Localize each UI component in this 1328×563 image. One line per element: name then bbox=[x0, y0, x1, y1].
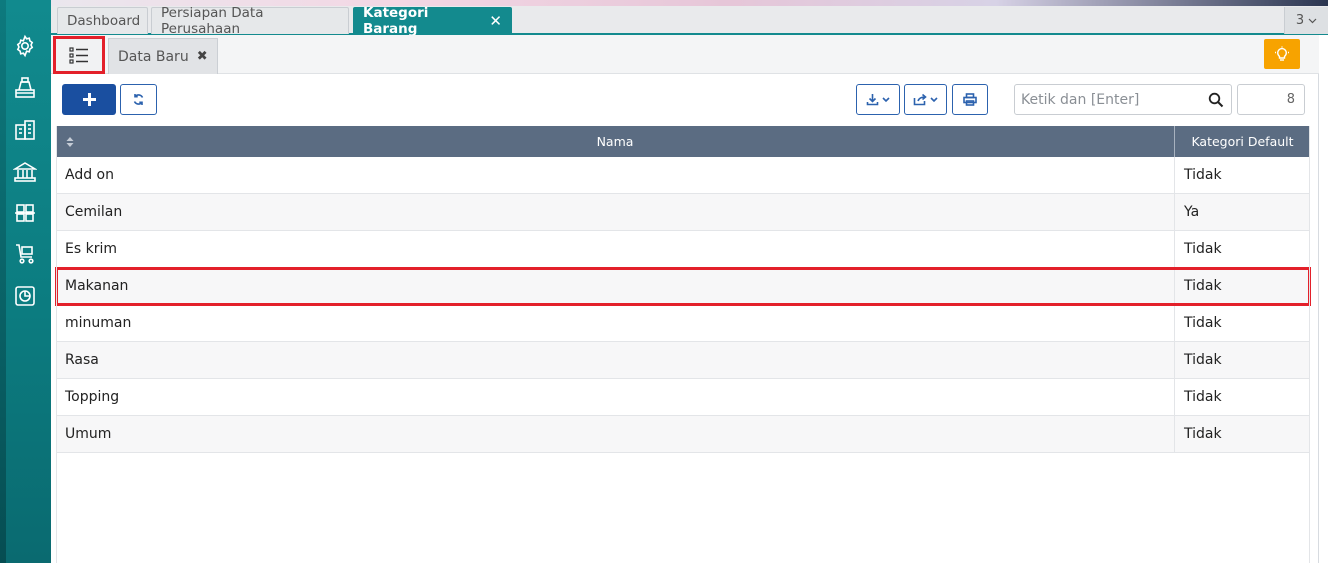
plus-icon bbox=[82, 93, 96, 106]
cart-icon[interactable] bbox=[12, 241, 38, 267]
table-row[interactable]: Es krim Tidak bbox=[56, 231, 1310, 268]
print-icon bbox=[963, 93, 977, 106]
table-row[interactable]: Rasa Tidak bbox=[56, 342, 1310, 379]
cell-kategori-default: Tidak bbox=[1184, 278, 1222, 294]
export-icon bbox=[913, 93, 927, 106]
cell-nama: Cemilan bbox=[56, 194, 1175, 230]
main-panel: Data Baru ✖ Ketik dan [Enter] 8 Nama Kat… bbox=[51, 35, 1319, 563]
table-row[interactable]: Add on Tidak bbox=[56, 157, 1310, 194]
header-label: Nama bbox=[596, 134, 634, 149]
table-row[interactable]: Topping Tidak bbox=[56, 379, 1310, 416]
table-row[interactable]: Cemilan Ya bbox=[56, 194, 1310, 231]
data-table: Nama Kategori Default Add on Tidak Cemil… bbox=[55, 126, 1311, 453]
table-row-highlighted[interactable]: Makanan Tidak bbox=[55, 267, 1311, 306]
tab-label: Persiapan Data Perusahaan bbox=[161, 5, 264, 37]
add-button[interactable] bbox=[62, 84, 116, 115]
cell-kategori-default: Tidak bbox=[1184, 167, 1222, 183]
tab-label: Kategori Barang bbox=[363, 5, 429, 37]
column-header-kategori-default[interactable]: Kategori Default bbox=[1175, 126, 1310, 157]
report-icon[interactable] bbox=[12, 283, 38, 309]
cell-nama: Makanan bbox=[56, 268, 1175, 304]
refresh-button[interactable] bbox=[120, 84, 157, 115]
list-icon bbox=[69, 47, 88, 64]
app-root: Dashboard Persiapan Data Perusahaan Kate… bbox=[0, 0, 1328, 563]
cell-nama: Add on bbox=[56, 157, 1175, 193]
tab-count-value: 3 bbox=[1295, 13, 1305, 28]
search-input[interactable] bbox=[1021, 90, 1201, 110]
record-count: 8 bbox=[1237, 84, 1305, 115]
cashier-icon[interactable] bbox=[12, 75, 38, 101]
cell-nama: Topping bbox=[56, 379, 1175, 415]
building-icon[interactable] bbox=[12, 117, 38, 143]
cell-kategori-default: Tidak bbox=[1184, 241, 1222, 257]
table-body: Add on Tidak Cemilan Ya Es krim Tidak Ma… bbox=[55, 157, 1311, 453]
tab-dashboard[interactable]: Dashboard bbox=[57, 7, 148, 34]
header-label: Kategori Default bbox=[1191, 134, 1294, 149]
tab-count-dropdown[interactable]: 3 bbox=[1284, 7, 1328, 34]
search-icon[interactable] bbox=[1208, 92, 1224, 108]
tab-persiapan-data-perusahaan[interactable]: Persiapan Data Perusahaan bbox=[151, 5, 349, 37]
export-button[interactable] bbox=[904, 84, 947, 115]
cell-nama: minuman bbox=[56, 305, 1175, 341]
tips-button[interactable] bbox=[1264, 39, 1300, 69]
gear-icon[interactable] bbox=[12, 33, 38, 59]
sub-tab-bar: Data Baru ✖ bbox=[51, 35, 1319, 74]
lightbulb-icon bbox=[1275, 46, 1289, 61]
cell-kategori-default: Tidak bbox=[1184, 352, 1222, 368]
chevron-down-icon bbox=[1308, 18, 1317, 23]
sort-icon[interactable] bbox=[66, 137, 74, 147]
cell-nama: Es krim bbox=[56, 231, 1175, 267]
inventory-icon[interactable] bbox=[12, 200, 38, 226]
refresh-icon bbox=[133, 94, 144, 105]
subtab-data-baru[interactable]: Data Baru ✖ bbox=[108, 38, 218, 74]
tab-bar: Dashboard Persiapan Data Perusahaan Kate… bbox=[51, 5, 1328, 37]
list-view-button[interactable] bbox=[53, 36, 105, 74]
cell-kategori-default: Tidak bbox=[1184, 315, 1222, 331]
cell-nama: Umum bbox=[56, 416, 1175, 452]
search-box bbox=[1014, 84, 1232, 115]
chevron-down-icon bbox=[882, 96, 890, 102]
close-icon[interactable]: ✕ bbox=[489, 12, 502, 30]
cell-kategori-default: Ya bbox=[1184, 204, 1200, 220]
close-icon[interactable]: ✖ bbox=[197, 49, 208, 64]
sidebar bbox=[0, 0, 51, 563]
table-header: Nama Kategori Default bbox=[56, 126, 1310, 157]
chevron-down-icon bbox=[930, 96, 938, 102]
tab-label: Dashboard bbox=[67, 13, 141, 29]
subtab-label: Data Baru bbox=[118, 48, 189, 65]
tab-kategori-barang[interactable]: Kategori Barang ✕ bbox=[353, 5, 512, 37]
table-row[interactable]: Umum Tidak bbox=[56, 416, 1310, 453]
column-header-nama[interactable]: Nama bbox=[56, 126, 1175, 157]
download-button[interactable] bbox=[856, 84, 900, 115]
cell-kategori-default: Tidak bbox=[1184, 389, 1222, 405]
cell-nama: Rasa bbox=[56, 342, 1175, 378]
bank-icon[interactable] bbox=[12, 159, 38, 185]
cell-kategori-default: Tidak bbox=[1184, 426, 1222, 442]
download-icon bbox=[866, 94, 879, 106]
table-row[interactable]: minuman Tidak bbox=[56, 305, 1310, 342]
print-button[interactable] bbox=[952, 84, 988, 115]
